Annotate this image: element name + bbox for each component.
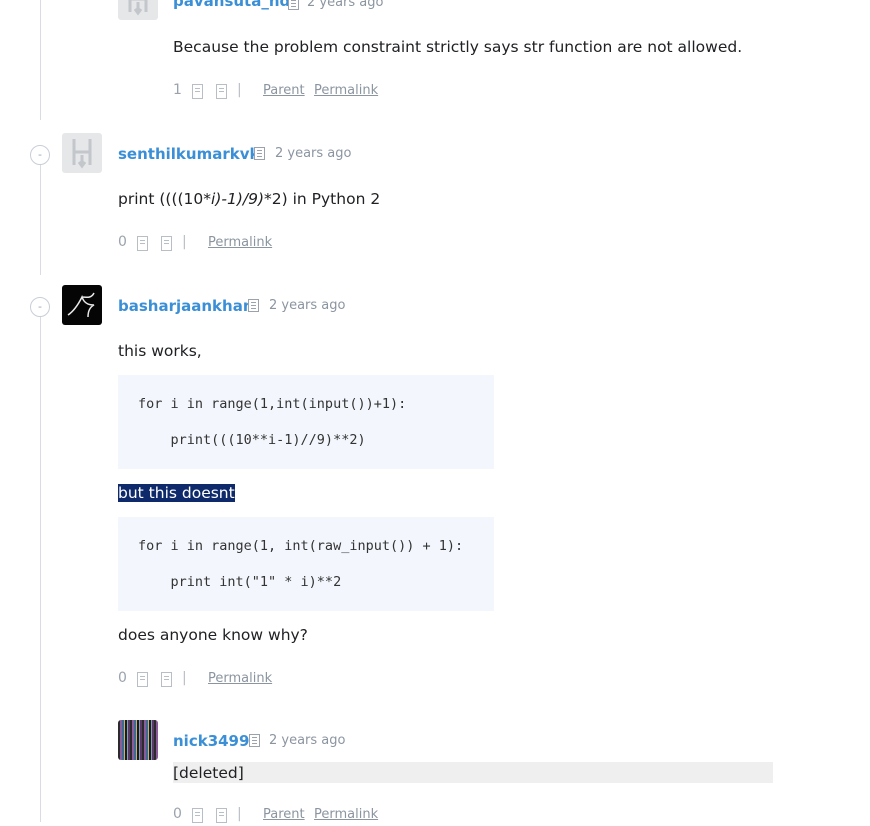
comment-meta: 1 | Parent Permalink	[173, 82, 393, 102]
timestamp[interactable]: 2 years ago	[275, 146, 351, 161]
code-block: for i in range(1, int(raw_input()) + 1):…	[118, 517, 494, 611]
timestamp[interactable]: 2 years ago	[269, 733, 345, 748]
comment-meta: 0 | Permalink	[118, 234, 288, 254]
code-line: print int("1" * i)**2	[138, 574, 342, 590]
comment-middle: but this doesnt	[118, 484, 235, 502]
comment-intro: this works,	[118, 342, 202, 360]
thread-line	[40, 300, 41, 822]
deleted-bar	[173, 762, 773, 783]
permalink-link[interactable]: Permalink	[314, 83, 378, 98]
timestamp[interactable]: 2 years ago	[307, 0, 383, 10]
comment-body: Because the problem constraint strictly …	[173, 38, 743, 56]
upvote-icon[interactable]	[137, 672, 148, 687]
upvote-icon[interactable]	[192, 808, 203, 823]
avatar[interactable]	[62, 133, 102, 173]
separator: |	[182, 234, 187, 250]
comment-body: print ((((10*i)-1)/9)*2) in Python 2	[118, 190, 380, 208]
permalink-link[interactable]: Permalink	[208, 235, 272, 250]
body-italic: i)-1)/9)	[211, 190, 265, 208]
username-link[interactable]: nick3499	[173, 732, 249, 750]
thread-line	[40, 0, 41, 120]
flag-icon[interactable]	[288, 0, 299, 10]
comment-meta: 0 | Parent Permalink	[173, 806, 393, 826]
downvote-icon[interactable]	[216, 808, 227, 823]
downvote-icon[interactable]	[161, 672, 172, 687]
downvote-icon[interactable]	[161, 236, 172, 251]
body-text: print ((((10*	[118, 190, 212, 208]
comment-meta: 0 | Permalink	[118, 670, 288, 690]
code-line: for i in range(1,int(input())+1):	[138, 396, 407, 412]
username-link[interactable]: pavansuta_hd	[173, 0, 290, 10]
vote-count: 0	[173, 806, 182, 822]
code-line: for i in range(1, int(raw_input()) + 1):	[138, 538, 464, 554]
parent-link[interactable]: Parent	[263, 83, 305, 98]
comment-body: [deleted]	[173, 764, 244, 782]
comment-outro: does anyone know why?	[118, 626, 308, 644]
downvote-icon[interactable]	[216, 84, 227, 99]
timestamp[interactable]: 2 years ago	[269, 298, 345, 313]
username-link[interactable]: basharjaankhan	[118, 297, 254, 315]
vote-count: 1	[173, 82, 182, 98]
permalink-link[interactable]: Permalink	[208, 671, 272, 686]
selected-text: but this doesnt	[118, 484, 235, 502]
parent-link[interactable]: Parent	[263, 807, 305, 822]
vote-count: 0	[118, 234, 127, 250]
upvote-icon[interactable]	[137, 236, 148, 251]
flag-icon[interactable]	[248, 299, 259, 312]
upvote-icon[interactable]	[192, 84, 203, 99]
thread-line	[40, 150, 41, 275]
separator: |	[237, 806, 242, 822]
vote-count: 0	[118, 670, 127, 686]
avatar[interactable]	[62, 285, 102, 325]
body-text: *2) in Python 2	[264, 190, 381, 208]
flag-icon[interactable]	[254, 147, 265, 160]
permalink-link[interactable]: Permalink	[314, 807, 378, 822]
code-line: print(((10**i-1)//9)**2)	[138, 432, 366, 448]
separator: |	[237, 82, 242, 98]
flag-icon[interactable]	[249, 734, 260, 747]
collapse-button[interactable]: -	[30, 145, 50, 165]
collapse-button[interactable]: -	[30, 297, 50, 317]
avatar[interactable]	[118, 720, 158, 760]
username-link[interactable]: senthilkumarkvk	[118, 145, 259, 163]
separator: |	[182, 670, 187, 686]
avatar[interactable]	[118, 0, 158, 20]
code-block: for i in range(1,int(input())+1): print(…	[118, 375, 494, 469]
